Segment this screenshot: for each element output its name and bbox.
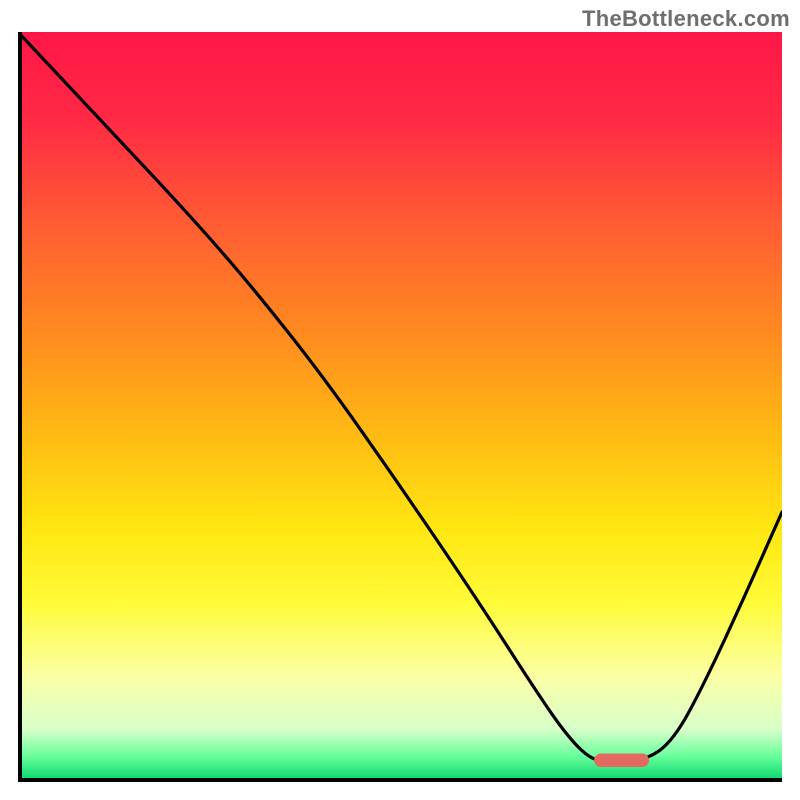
bottleneck-curve	[18, 32, 782, 761]
optimal-marker	[594, 754, 649, 768]
watermark-text: TheBottleneck.com	[582, 6, 790, 32]
chart-overlay	[18, 32, 782, 782]
chart-area	[18, 32, 782, 782]
